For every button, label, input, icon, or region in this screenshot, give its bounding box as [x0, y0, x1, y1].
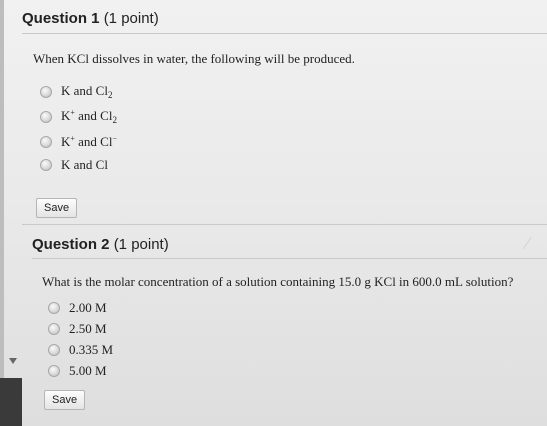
radio-button[interactable]	[48, 365, 60, 377]
q2-option-2[interactable]: 2.50 M	[48, 321, 107, 337]
question-1-label: Question 1	[22, 10, 100, 27]
question-1-divider	[22, 33, 547, 34]
q1-option-1[interactable]: K and Cl2	[40, 83, 112, 100]
q1-save-button[interactable]: Save	[36, 198, 78, 218]
q2-save-button[interactable]: Save	[44, 390, 86, 410]
q1-option-4-label: K and Cl	[61, 157, 108, 172]
q1-option-4[interactable]: K and Cl	[40, 157, 108, 173]
scroll-arrow-icon[interactable]	[9, 358, 17, 364]
q2-option-3[interactable]: 0.335 M	[48, 342, 113, 358]
question-2-prompt: What is the molar concentration of a sol…	[42, 274, 514, 289]
q2-option-3-label: 0.335 M	[69, 342, 114, 357]
q1-option-2-label: K+ and Cl2	[61, 108, 117, 125]
radio-button[interactable]	[40, 159, 52, 171]
q1-option-3-label: K+ and Cl−	[61, 134, 117, 149]
quiz-page: Question 1 (1 point) When KCl dissolves …	[0, 0, 547, 426]
question-1-points: (1 point)	[103, 10, 159, 27]
radio-button[interactable]	[40, 110, 52, 123]
question-2-divider	[32, 258, 547, 259]
window-corner-shadow	[0, 378, 22, 426]
radio-button[interactable]	[48, 323, 60, 335]
question-1-title: Question 1 (1 point)	[22, 10, 159, 27]
q1-option-2[interactable]: K+ and Cl2	[40, 108, 117, 125]
question-2-title: Question 2 (1 point)	[32, 236, 169, 253]
screen-glare	[511, 228, 532, 250]
q2-option-1-label: 2.00 M	[69, 300, 107, 315]
radio-button[interactable]	[40, 85, 52, 98]
question-2-points: (1 point)	[113, 236, 169, 253]
q2-option-4[interactable]: 5.00 M	[48, 363, 107, 379]
window-left-edge	[0, 0, 4, 426]
radio-button[interactable]	[40, 136, 52, 148]
q1-option-1-label: K and Cl2	[61, 83, 113, 100]
q2-option-4-label: 5.00 M	[69, 363, 107, 378]
question-2-top-divider	[22, 224, 547, 225]
question-1-prompt: When KCl dissolves in water, the followi…	[33, 51, 355, 66]
radio-button[interactable]	[48, 344, 60, 356]
question-2-label: Question 2	[32, 236, 110, 253]
q1-option-3[interactable]: K+ and Cl−	[40, 134, 117, 150]
q2-option-1[interactable]: 2.00 M	[48, 300, 107, 316]
q2-option-2-label: 2.50 M	[69, 321, 107, 336]
radio-button[interactable]	[48, 302, 60, 314]
